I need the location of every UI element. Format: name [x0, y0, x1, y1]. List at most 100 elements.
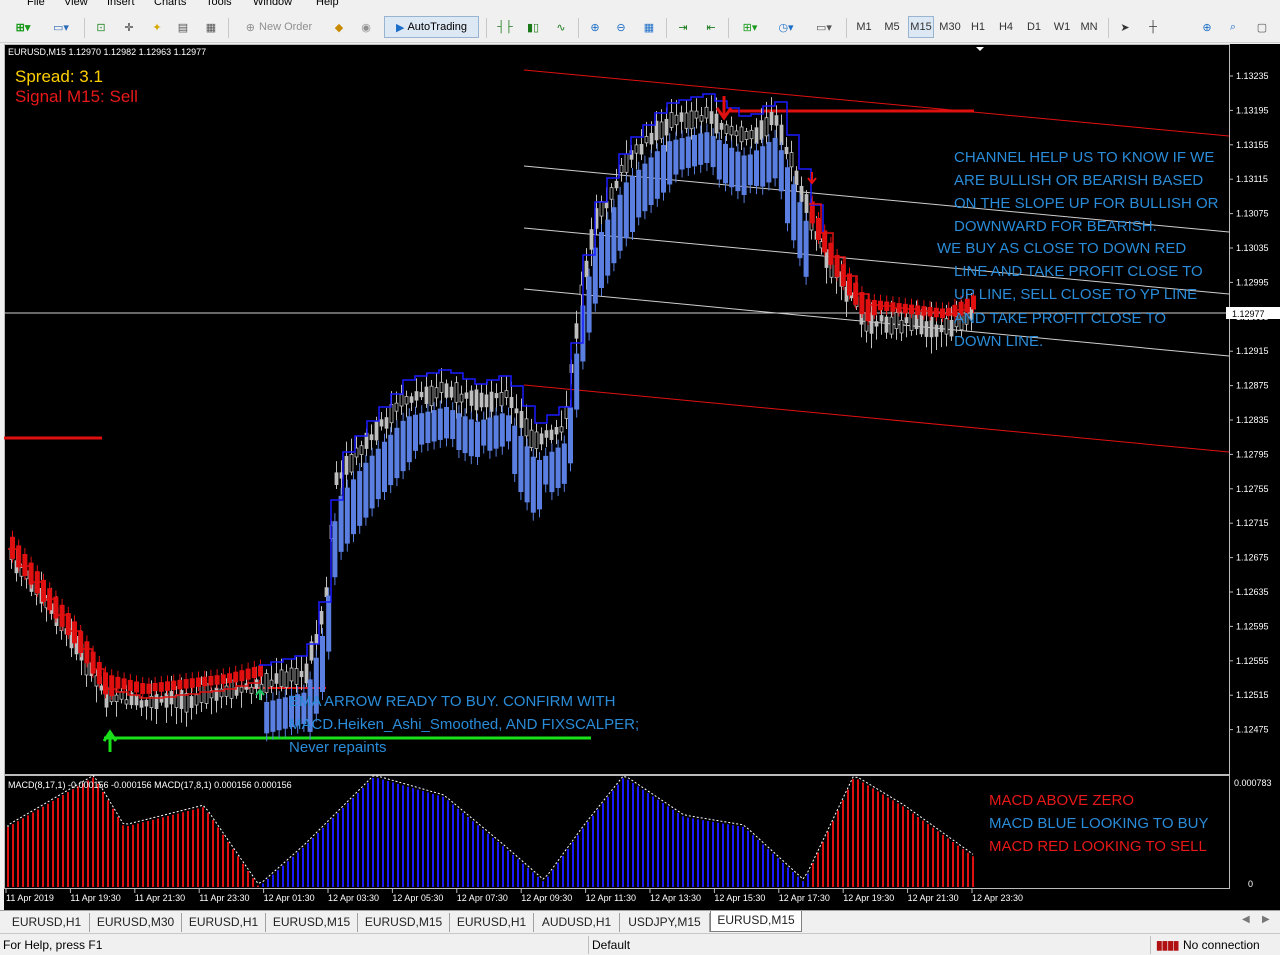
candle-body: [679, 112, 684, 122]
ha-bar-bull: [431, 410, 437, 442]
tf-w1[interactable]: W1: [1050, 16, 1074, 38]
price-axis: 1.13235 1.13195 1.13155 1.13115 1.13075 1.130…: [1229, 71, 1269, 735]
templates-icon: ▭▾: [816, 21, 832, 34]
metaeditor-button[interactable]: ◆: [328, 16, 350, 38]
chart-shift-button[interactable]: ⇤: [700, 16, 722, 38]
tile-windows-button[interactable]: ▦: [638, 16, 660, 38]
channel-lower-line[interactable]: [523, 384, 1230, 453]
options-button[interactable]: ◉: [354, 16, 378, 38]
chart-window[interactable]: 1.13235 1.13195 1.13155 1.13115 1.13075 1.130…: [4, 44, 1280, 910]
zoom-menu-button[interactable]: ⊕: [1196, 16, 1218, 38]
tab-scroll-left-icon[interactable]: ◀: [1242, 914, 1250, 925]
menu-help[interactable]: Help: [316, 0, 339, 8]
menu-file[interactable]: File: [27, 0, 45, 8]
profiles-icon: ▭▾: [53, 21, 69, 34]
candle-body: [509, 396, 514, 408]
time-tick-label: 12 Apr 23:30: [972, 893, 1023, 903]
ema-note: EMA ARROW READY TO BUY. CONFIRM WITH MAC…: [289, 693, 639, 756]
ha-bar-bear: [72, 621, 77, 644]
chart-shift-marker-icon[interactable]: [976, 47, 984, 51]
crosshair-target-icon: ✛: [124, 21, 134, 34]
tab-eurusd-m15[interactable]: EURUSD,M15: [266, 913, 358, 932]
ha-bar-bear: [127, 679, 133, 691]
menu-insert[interactable]: Insert: [107, 0, 135, 8]
market-watch-button[interactable]: ⊡: [90, 16, 112, 38]
menu-tools[interactable]: Tools: [206, 0, 232, 8]
cursor-button[interactable]: ➤: [1114, 16, 1136, 38]
tab-eurusd-m15-active[interactable]: EURUSD,M15: [710, 911, 802, 932]
menu-window[interactable]: Window: [253, 0, 292, 8]
ha-bar-bull: [673, 139, 679, 175]
tab-eurusd-m15[interactable]: EURUSD,M15: [358, 913, 450, 932]
new-chart-button[interactable]: ⊞▾: [8, 16, 38, 38]
tf-m30[interactable]: M30: [936, 16, 964, 38]
search-button[interactable]: ⌕: [1222, 16, 1244, 38]
navigator-button[interactable]: ✦: [146, 16, 168, 38]
tf-h4[interactable]: H4: [994, 16, 1018, 38]
candle-body: [304, 663, 309, 684]
crosshair-button[interactable]: ┼: [1142, 16, 1164, 38]
tab-eurusd-m30[interactable]: EURUSD,M30: [90, 913, 182, 932]
strategy-tester-button[interactable]: ▦: [200, 16, 222, 38]
candle-body: [904, 317, 909, 324]
tab-eurusd-h1[interactable]: EURUSD,H1: [450, 913, 534, 932]
chart-canvas[interactable]: 1.13235 1.13195 1.13155 1.13115 1.13075 1.130…: [4, 44, 1280, 910]
toolbar: ⊞▾ ▭▾ ⊡ ✛ ✦ ▤ ▦ ⊕ New Order ◆ ◉ ▶ AutoTr…: [0, 12, 1280, 43]
new-order-button[interactable]: ⊕ New Order: [234, 16, 324, 38]
ha-bar-bull: [561, 443, 567, 484]
ha-bar-bull: [351, 479, 356, 535]
menu-view[interactable]: View: [64, 0, 88, 8]
ema-note-line: Never repaints: [289, 739, 387, 756]
zoom-out-button[interactable]: ⊖: [610, 16, 632, 38]
ha-bar-bear: [165, 681, 170, 691]
ha-bar-bear: [177, 679, 183, 690]
candle-body: [639, 144, 644, 155]
tf-mn[interactable]: MN: [1076, 16, 1102, 38]
ha-bar-bull: [344, 487, 350, 544]
tf-m15[interactable]: M15: [908, 16, 934, 38]
templates-button[interactable]: ▭▾: [808, 16, 840, 38]
channel-line-3[interactable]: [523, 227, 1230, 295]
channel-upper-line[interactable]: [523, 69, 1230, 137]
ha-bar-bull: [648, 157, 654, 205]
tf-h1[interactable]: H1: [966, 16, 990, 38]
tab-scroll-right-icon[interactable]: ▶: [1262, 914, 1270, 925]
zoom-in-button[interactable]: ⊕: [584, 16, 606, 38]
ha-bar-bull: [692, 135, 697, 167]
ha-bar-bull: [413, 414, 418, 451]
time-tick-label: 11 Apr 19:30: [70, 893, 120, 903]
tab-usdjpy-m15[interactable]: USDJPY,M15: [620, 913, 710, 932]
tab-eurusd-h1[interactable]: EURUSD,H1: [4, 913, 90, 932]
candle-body: [884, 316, 889, 333]
indicators-button[interactable]: ⊞▾: [734, 16, 766, 38]
tf-m5[interactable]: M5: [880, 16, 904, 38]
candle-body: [324, 587, 329, 598]
autotrading-button[interactable]: ▶ AutoTrading: [384, 16, 479, 38]
tf-d1[interactable]: D1: [1022, 16, 1046, 38]
tf-m1[interactable]: M1: [852, 16, 876, 38]
macd-note-line: MACD ABOVE ZERO: [989, 792, 1134, 809]
line-chart-button[interactable]: ∿: [550, 16, 572, 38]
candle-body: [164, 693, 169, 708]
data-window-button[interactable]: ✛: [118, 16, 140, 38]
profiles-button[interactable]: ▭▾: [46, 16, 76, 38]
menu-charts[interactable]: Charts: [154, 0, 186, 8]
candle-body: [924, 321, 929, 337]
tab-audusd-h1[interactable]: AUDUSD,H1: [534, 913, 620, 932]
periods-button[interactable]: ◷▾: [770, 16, 802, 38]
candle-body: [349, 454, 354, 473]
terminal-button[interactable]: ▤: [172, 16, 194, 38]
auto-scroll-button[interactable]: ⇥: [672, 16, 694, 38]
tab-eurusd-h1[interactable]: EURUSD,H1: [182, 913, 266, 932]
candle-body: [479, 392, 484, 408]
candle-body: [204, 683, 209, 704]
candle-body: [649, 132, 654, 145]
candlestick-button[interactable]: ▮▯: [522, 16, 544, 38]
ha-bar-bull: [475, 421, 480, 457]
candle-body: [634, 144, 639, 154]
bar-chart-button[interactable]: ┤├: [494, 16, 516, 38]
chat-button[interactable]: ▢: [1248, 16, 1276, 38]
bar-chart-icon: ┤├: [497, 21, 513, 33]
ha-bar-bull: [698, 133, 704, 165]
ha-bar-bull: [723, 143, 728, 184]
